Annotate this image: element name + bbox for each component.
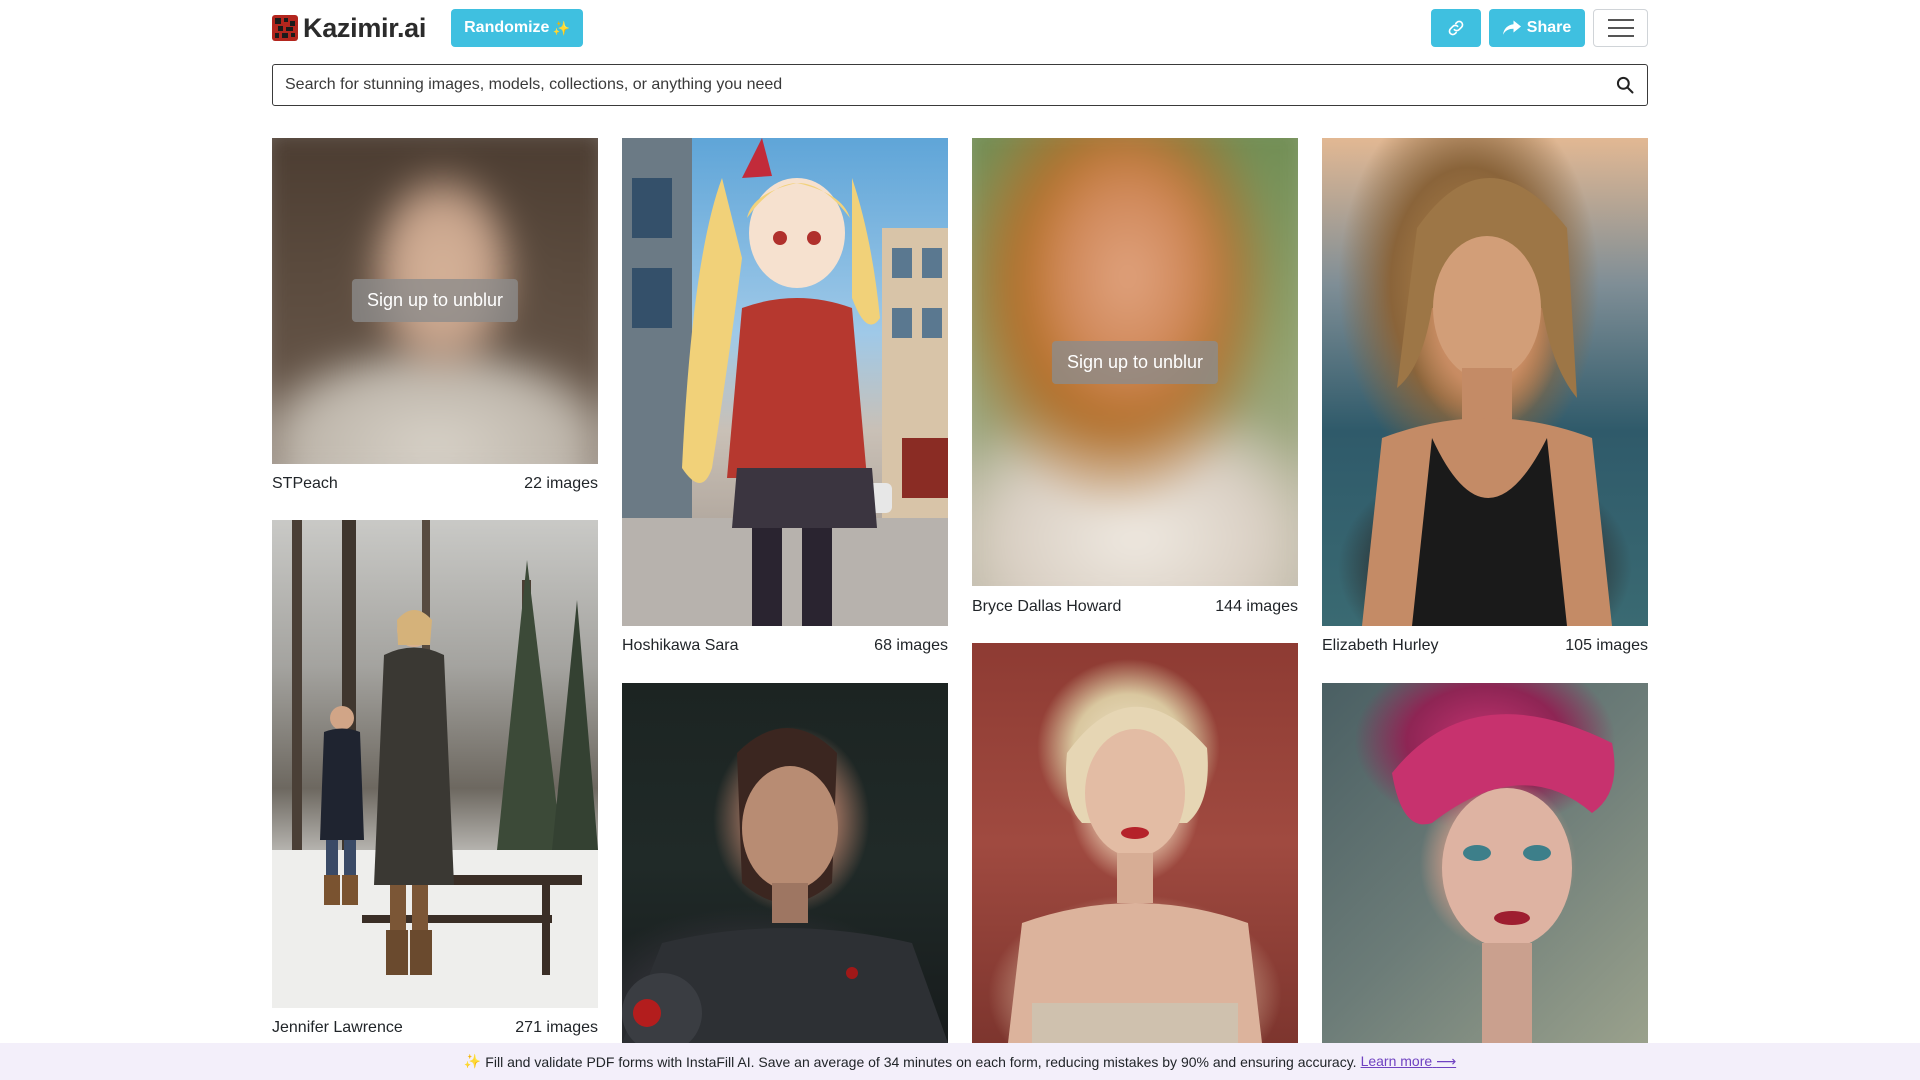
card-meta: STPeach 22 images — [272, 473, 598, 495]
pink-hair-portrait-illustration — [1392, 714, 1615, 1043]
card-meta: Hoshikawa Sara 68 images — [622, 635, 948, 657]
card-image-count: 68 images — [874, 637, 948, 654]
card-meta: Bryce Dallas Howard 144 images — [972, 596, 1298, 618]
learn-more-link[interactable]: Learn more ⟶ — [1361, 1053, 1457, 1070]
page: Kazimir.ai Randomize ✨ Share Search for … — [0, 0, 1920, 1080]
card-image[interactable] — [622, 683, 948, 1043]
card-image-count: 22 images — [524, 475, 598, 492]
learn-more-label: Learn more — [1360, 1053, 1433, 1069]
gallery-card-scifi-woman[interactable] — [622, 683, 948, 1043]
card-image[interactable] — [1322, 683, 1648, 1043]
header: Kazimir.ai Randomize ✨ Share — [272, 9, 1648, 47]
share-label: Share — [1526, 19, 1572, 36]
gallery-card-marilyn-portrait[interactable] — [972, 643, 1298, 1043]
link-icon — [1448, 20, 1464, 36]
gallery-card-hoshikawa-sara[interactable]: Hoshikawa Sara 68 images — [622, 138, 948, 654]
scifi-portrait-illustration — [622, 728, 948, 1043]
search-icon[interactable] — [1615, 75, 1635, 95]
card-image-count: 271 images — [515, 1019, 598, 1036]
logo[interactable]: Kazimir.ai — [272, 12, 427, 43]
copy-link-button[interactable] — [1431, 9, 1481, 47]
card-image[interactable]: Sign up to unblur — [272, 138, 598, 464]
card-title[interactable]: Elizabeth Hurley — [1322, 637, 1439, 655]
logo-icon — [272, 15, 298, 41]
promo-banner: ✨ Fill and validate PDF forms with Insta… — [0, 1043, 1920, 1080]
card-image-count: 144 images — [1215, 598, 1298, 615]
sign-up-to-unblur-button[interactable]: Sign up to unblur — [1051, 341, 1219, 384]
sparkles-icon: ✨ — [552, 19, 570, 36]
share-button[interactable]: Share — [1489, 9, 1585, 47]
gallery-card-pink-hair-portrait[interactable] — [1322, 683, 1648, 1043]
banner-text: Fill and validate PDF forms with InstaFi… — [485, 1053, 1357, 1070]
randomize-button[interactable]: Randomize ✨ — [451, 9, 583, 47]
card-title[interactable]: Jennifer Lawrence — [272, 1019, 403, 1037]
hamburger-menu-icon — [1607, 19, 1634, 37]
card-image[interactable]: Sign up to unblur — [972, 138, 1298, 586]
card-title[interactable]: Hoshikawa Sara — [622, 637, 739, 655]
sparkles-icon: ✨ — [463, 1053, 482, 1069]
card-meta: Jennifer Lawrence 271 images — [272, 1017, 598, 1039]
beach-portrait-illustration — [1362, 178, 1612, 626]
card-image-count: 105 images — [1565, 637, 1648, 654]
gallery-card-bryce-dallas-howard[interactable]: Sign up to unblur Bryce Dallas Howard 14… — [972, 138, 1298, 615]
card-image[interactable] — [972, 643, 1298, 1043]
menu-button[interactable] — [1593, 9, 1648, 47]
randomize-label: Randomize — [464, 19, 550, 36]
anime-girl-illustration — [622, 138, 948, 626]
card-image[interactable] — [1322, 138, 1648, 626]
arrow-right-icon: ⟶ — [1436, 1053, 1457, 1069]
gallery-card-stpeach[interactable]: Sign up to unblur STPeach 22 images — [272, 138, 598, 492]
card-meta: Elizabeth Hurley 105 images — [1322, 635, 1648, 657]
share-arrow-icon — [1502, 20, 1521, 35]
gallery-card-jennifer-lawrence[interactable]: Jennifer Lawrence 271 images — [272, 520, 598, 1036]
card-image[interactable] — [272, 520, 598, 1008]
winter-park-illustration — [272, 520, 598, 1008]
card-title[interactable]: Bryce Dallas Howard — [972, 598, 1121, 616]
card-image[interactable] — [622, 138, 948, 626]
logo-text: Kazimir.ai — [303, 12, 427, 43]
vintage-portrait-illustration — [1008, 706, 1262, 1043]
search-bar — [272, 64, 1648, 106]
search-input[interactable] — [273, 65, 1593, 105]
gallery-card-elizabeth-hurley[interactable]: Elizabeth Hurley 105 images — [1322, 138, 1648, 654]
sign-up-to-unblur-button[interactable]: Sign up to unblur — [351, 279, 519, 322]
card-title[interactable]: STPeach — [272, 475, 338, 493]
